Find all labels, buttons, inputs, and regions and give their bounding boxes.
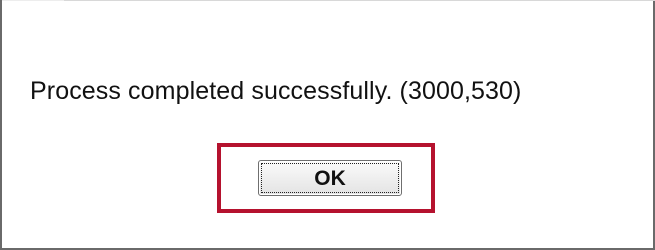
dialog-message: Process completed successfully. (3000,53… <box>30 77 522 105</box>
message-dialog: Process completed successfully. (3000,53… <box>0 0 655 250</box>
ok-button[interactable]: OK <box>258 160 402 196</box>
ok-button-highlight: OK <box>217 143 435 213</box>
dialog-top-edge <box>64 0 655 1</box>
dialog-top-edge-left <box>2 0 64 1</box>
ok-button-label: OK <box>261 163 399 193</box>
